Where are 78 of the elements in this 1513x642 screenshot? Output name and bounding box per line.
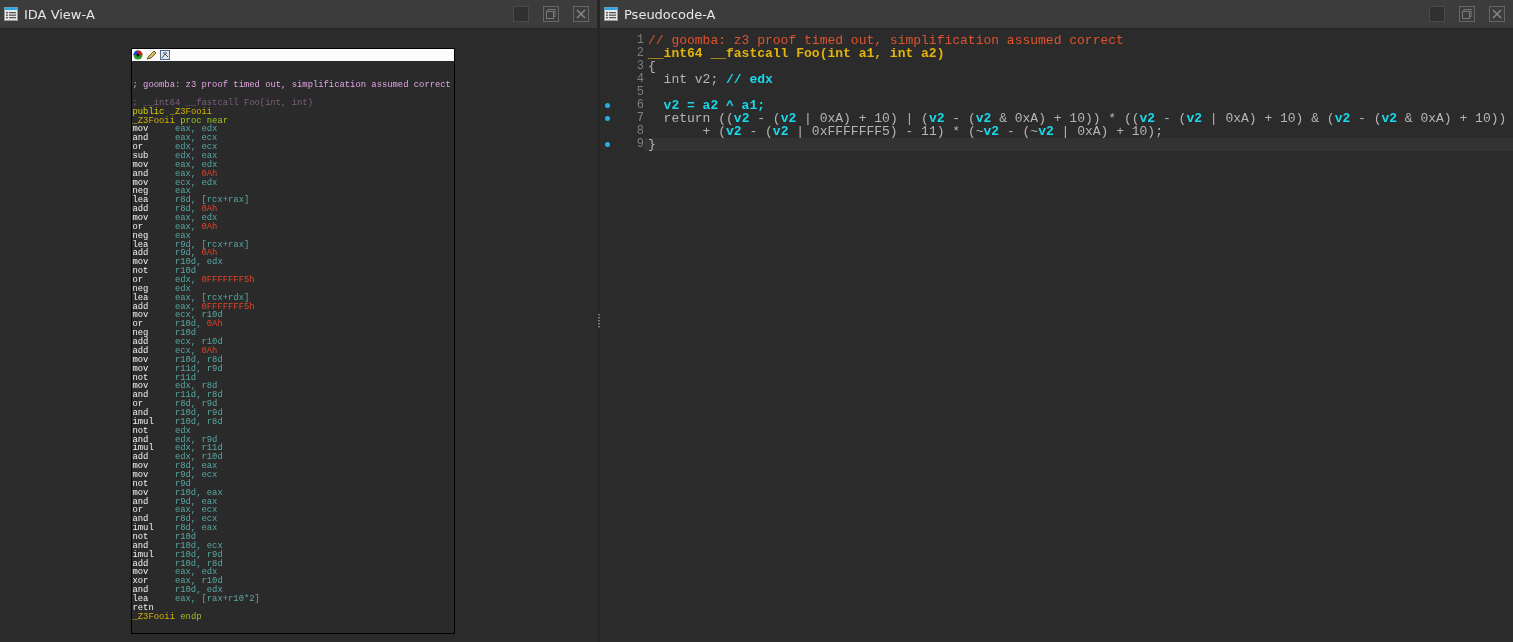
assembly-line: mov eax, edx [132,160,219,170]
assembly-line: not r10d [132,267,197,277]
assembly-line: public _Z3Fooii [132,107,214,117]
code-line: __int64 __fastcall Foo(int a1, int a2) [648,47,945,60]
graph-icon[interactable] [159,50,170,60]
assembly-line: mov r10d, edx [132,258,224,268]
assembly-line: _Z3Fooii proc near [132,116,230,126]
assembly-line: or eax, 0Ah [132,222,219,232]
assembly-line: lea eax, [rcx+rdx] [132,293,250,303]
color-wheel-icon[interactable] [132,50,143,60]
assembly-line: or edx, ecx [132,143,219,152]
line-number: 3 [635,60,644,73]
line-number: 7 [635,112,644,125]
assembly-line: and eax, 0Ah [132,169,219,179]
panel-title: IDA View-A [24,6,96,22]
assembly-line: not edx [132,426,191,436]
assembly-line: mov eax, edx [132,214,219,223]
assembly-line: imul r10d, r9d [132,550,224,560]
panel-title: Pseudocode-A [624,6,717,22]
assembly-line: _Z3Fooii endp [132,612,203,622]
assembly-line: and r10d, ecx [132,541,224,551]
assembly-line: neg edx [132,284,191,294]
assembly-line: or edx, 0FFFFFFF5h [132,276,256,285]
assembly-line: not r10d [132,532,197,542]
breakpoint-dot[interactable] [605,142,610,147]
assembly-line: not r11d [132,373,197,383]
assembly-line: and r9d, eax [132,497,219,507]
restore-icon[interactable] [543,6,559,22]
assembly-line: lea eax, [rax+r10*2] [132,595,261,604]
breakpoint-dot[interactable] [605,116,610,121]
close-icon[interactable] [573,6,589,22]
restore-icon[interactable] [1459,6,1475,22]
assembly-line: mov r9d, ecx [132,470,219,480]
code-line: int v2; // edx [662,73,773,86]
graph-node[interactable] [130,48,455,634]
list-icon [604,7,618,21]
assembly-line: mov r10d, r8d [132,355,224,365]
line-number: 9 [635,138,644,151]
line-number: 8 [635,125,644,138]
assembly-line: add ecx, r10d [132,338,224,347]
assembly-line: add edx, r10d [132,453,224,463]
assembly-line: add r8d, 0Ah [132,205,218,215]
assembly-line: and r10d, r9d [132,408,224,418]
assembly-line: retn [132,603,154,613]
line-number: 4 [635,73,644,86]
line-number: 1 [635,34,644,47]
code-line: { [648,60,656,73]
assembly-line: add r10d, r8d [132,559,224,569]
assembly-line: mov r11d, r9d [132,364,224,374]
assembly-line: or r8d, r9d [132,400,218,409]
breakpoint-dot[interactable] [605,103,610,108]
assembly-line: add ecx, 0Ah [132,346,218,356]
line-number: 5 [635,86,644,99]
line-number: 6 [635,99,644,112]
assembly-line: mov eax, edx [132,568,218,578]
assembly-line: mov ecx, edx [132,178,219,188]
assembly-line: imul r10d, r8d [132,417,224,427]
assembly-line: and eax, ecx [132,134,219,144]
splitter-grip-icon[interactable] [597,313,600,329]
code-line: return ((v2 - (v2 | 0xA) + 10) | (v2 - (v2 & 0xA) + 10)) * ((v2 - (v2 | 0xA) + 10) & (v2 - (v2 & 0xA) + 10)) [662,112,1507,125]
close-icon[interactable] [1489,6,1505,22]
assembly-line: imul r8d, eax [132,524,219,533]
line-number: 2 [635,47,644,60]
pencil-icon[interactable] [145,50,157,60]
assembly-line: mov r10d, eax [132,488,224,498]
assembly-line: ; goomba: z3 proof timed out, simplification assumed correct [132,81,452,90]
list-icon [4,7,18,21]
assembly-line: sub edx, eax [132,152,219,161]
assembly-line: or r10d, 0Ah [132,320,224,330]
code-line: v2 = a2 ^ a1; [662,99,766,112]
code-line: } [648,138,656,151]
assembly-line: not r9d [132,479,191,489]
assembly-line: neg eax [132,231,191,241]
code-line: // goomba: z3 proof timed out, simplification assumed correct [648,34,1124,47]
assembly-line: ; __int64 __fastcall Foo(int, int) [132,98,314,108]
assembly-line: mov r8d, eax [132,462,219,471]
assembly-line: and r10d, edx [132,586,223,595]
code-line: + (v2 - (v2 | 0xFFFFFFF5) - 11) * (~v2 - (~v2 | 0xA) + 10); [701,125,1163,138]
